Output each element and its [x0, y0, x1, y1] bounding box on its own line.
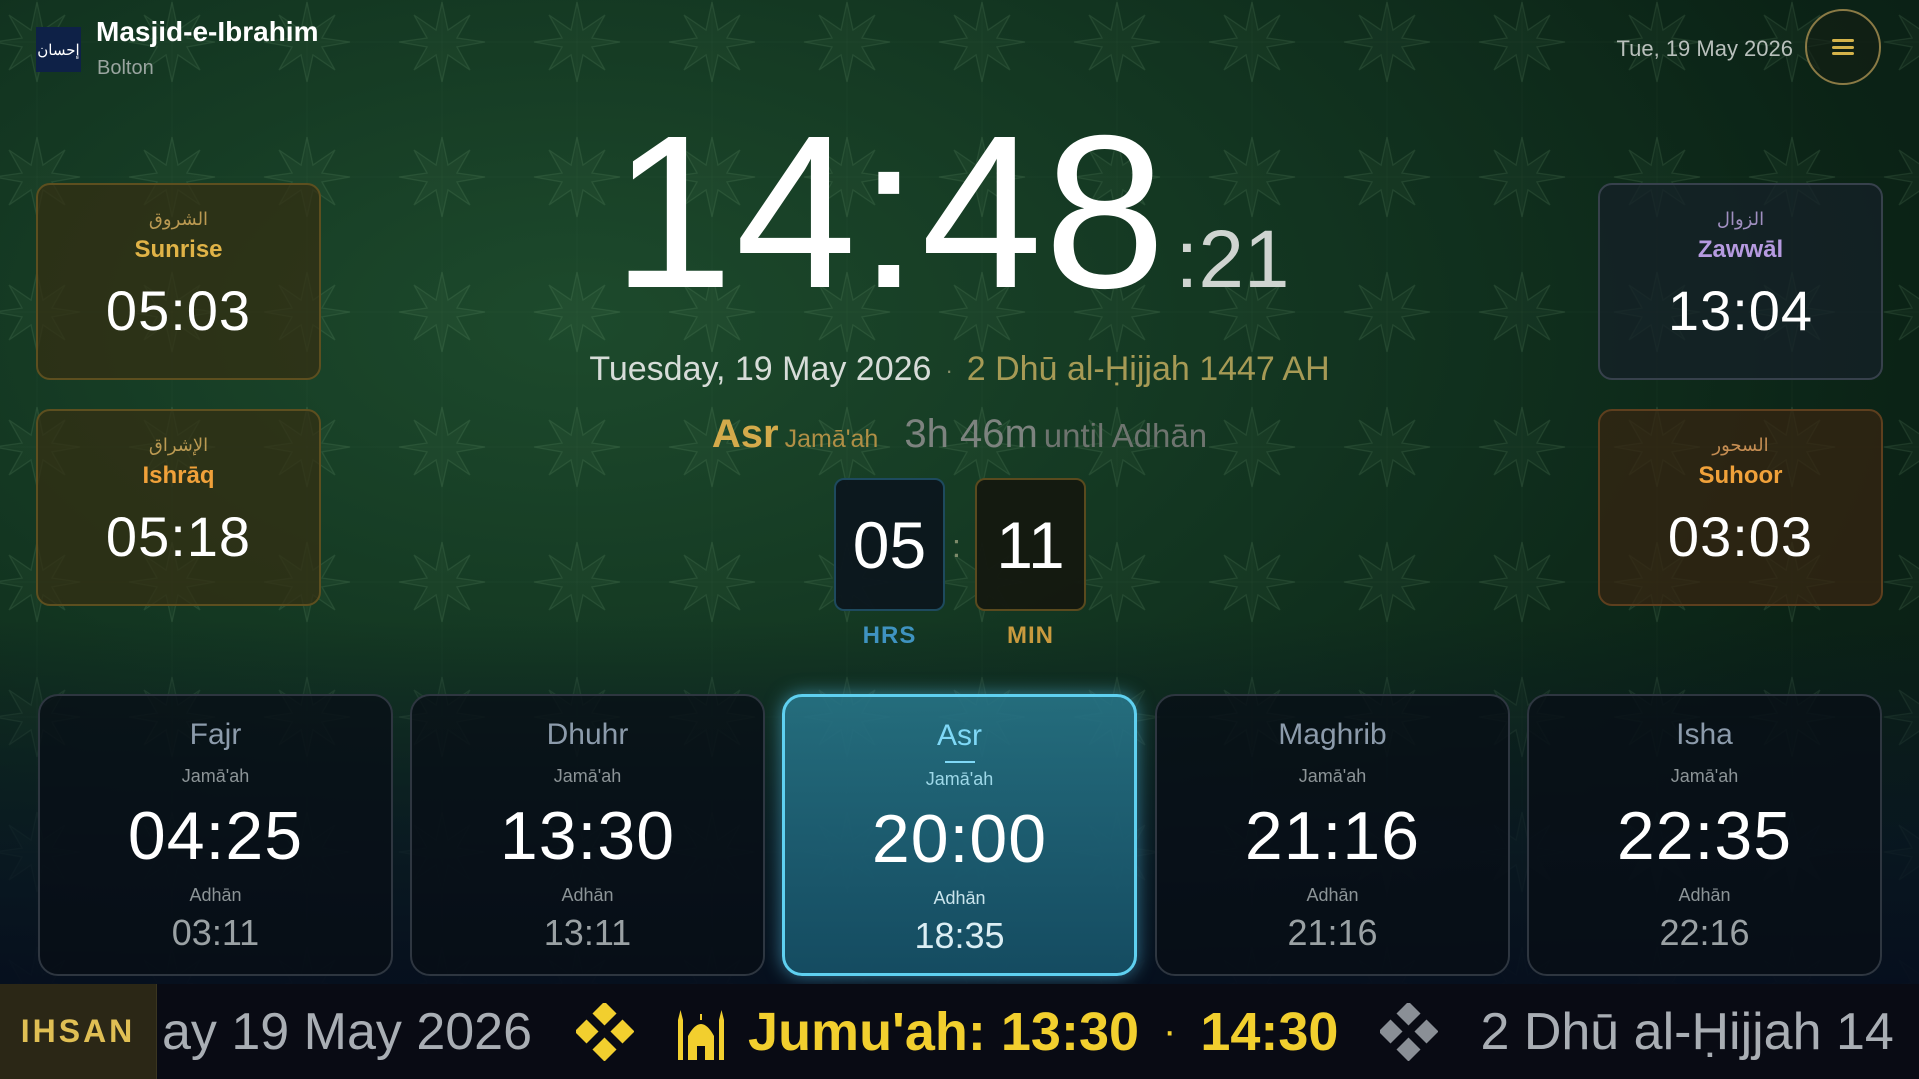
- sunrise-time: 05:03: [105, 279, 252, 342]
- jamaah-label: Jamā'ah: [181, 766, 250, 786]
- prayer-name: Dhuhr: [546, 718, 629, 751]
- prayer-name: Asr: [937, 719, 982, 752]
- date-separator: ·: [945, 358, 953, 384]
- adhan-label: Adhān: [189, 885, 242, 905]
- menu-icon: [1832, 39, 1854, 55]
- main-clock: 14:48 :21: [612, 91, 1290, 334]
- adhan-label: Adhān: [933, 888, 986, 908]
- logo-text: إحسان: [37, 40, 80, 59]
- active-underline: [944, 761, 975, 763]
- jamaah-time: 22:35: [1616, 798, 1793, 874]
- jamaah-time: 20:00: [871, 801, 1048, 877]
- jamaah-label: Jamā'ah: [1298, 766, 1367, 786]
- ticker-brand: IHSAN: [0, 984, 157, 1079]
- countdown-minutes: 11: [975, 478, 1086, 611]
- clock-hours-minutes: 14:48: [612, 91, 1168, 334]
- news-ticker: IHSAN ay 19 May 2026 Jumu'ah: 13:30 · 14…: [0, 984, 1919, 1079]
- jamaah-time: 13:30: [499, 798, 676, 874]
- ishraq-label: Ishrāq: [142, 462, 215, 489]
- countdown-separator: :: [952, 528, 961, 564]
- adhan-time: 22:16: [1659, 912, 1750, 953]
- diamond-icon: [576, 1002, 635, 1061]
- ticker-content: ay 19 May 2026 Jumu'ah: 13:30 · 14:30 2 …: [162, 984, 1894, 1079]
- zawwal-label: Zawwāl: [1697, 236, 1784, 263]
- suhoor-time: 03:03: [1667, 505, 1814, 568]
- mosque-name: Masjid-e-Ibrahim: [96, 16, 319, 47]
- sunrise-label: Sunrise: [134, 236, 223, 263]
- jamaah-time: 04:25: [127, 798, 304, 874]
- mosque-icon: [678, 1009, 725, 1060]
- jamaah-label: Jamā'ah: [925, 769, 994, 789]
- prayer-name: Maghrib: [1278, 718, 1387, 751]
- ticker-jumuah-first: Jumu'ah: 13:30: [748, 1001, 1140, 1062]
- sunrise-arabic: الشروق: [148, 209, 209, 230]
- adhan-time: 03:11: [171, 912, 260, 953]
- diamond-icon: [1380, 1002, 1439, 1061]
- adhan-label: Adhān: [561, 885, 614, 905]
- hijri-date: 2 Dhū al-Ḥijjah 1447 AH: [966, 350, 1330, 388]
- gregorian-date: Tuesday, 19 May 2026: [589, 350, 932, 388]
- time-remaining-suffix: until Adhān: [1043, 417, 1208, 454]
- mosque-logo: إحسان: [36, 27, 81, 72]
- ticker-jumuah-second: 14:30: [1200, 1001, 1339, 1062]
- zawwal-arabic: الزوال: [1716, 209, 1765, 230]
- ticker-separator: ·: [1163, 1009, 1177, 1053]
- countdown-hours-label: HRS: [862, 622, 917, 649]
- date-line: Tuesday, 19 May 2026 · 2 Dhū al-Ḥijjah 144…: [0, 350, 1919, 389]
- ticker-track: ay 19 May 2026 Jumu'ah: 13:30 · 14:30 2 …: [157, 984, 1919, 1079]
- header-date: Tue, 19 May 2026: [1616, 36, 1793, 61]
- menu-button[interactable]: [1805, 9, 1881, 85]
- mosque-city: Bolton: [97, 57, 154, 79]
- prayer-card-maghrib: Maghrib Jamā'ah 21:16 Adhān 21:16: [1155, 694, 1510, 976]
- prayer-card-isha: Isha Jamā'ah 22:35 Adhān 22:16: [1527, 694, 1882, 976]
- time-remaining: 3h 46m: [904, 412, 1038, 456]
- adhan-label: Adhān: [1306, 885, 1359, 905]
- ticker-hijri: 2 Dhū al-Ḥijjah 14: [1480, 1002, 1894, 1061]
- countdown-hours: 05: [834, 478, 945, 611]
- countdown-minutes-label: MIN: [1007, 622, 1054, 649]
- prayer-name: Fajr: [189, 718, 242, 751]
- adhan-label: Adhān: [1678, 885, 1731, 905]
- adhan-time: 18:35: [914, 915, 1005, 956]
- ticker-date: ay 19 May 2026: [162, 1002, 533, 1061]
- prayer-card-asr: Asr Jamā'ah 20:00 Adhān 18:35: [782, 694, 1137, 976]
- jamaah-time: 21:16: [1244, 798, 1421, 874]
- jamaah-label: Jamā'ah: [553, 766, 622, 786]
- next-prayer-type: Jamā'ah: [784, 425, 879, 453]
- adhan-time: 21:16: [1287, 912, 1378, 953]
- ishraq-time: 05:18: [105, 505, 252, 568]
- next-prayer-line: Asr Jamā'ah 3h 46m until Adhān: [0, 412, 1919, 457]
- prayer-card-fajr: Fajr Jamā'ah 04:25 Adhān 03:11: [38, 694, 393, 976]
- zawwal-time: 13:04: [1667, 279, 1814, 342]
- adhan-time: 13:11: [543, 912, 632, 953]
- jamaah-label: Jamā'ah: [1670, 766, 1739, 786]
- prayer-name: Isha: [1676, 718, 1733, 751]
- clock-seconds: :21: [1175, 214, 1290, 305]
- prayer-card-dhuhr: Dhuhr Jamā'ah 13:30 Adhān 13:11: [410, 694, 765, 976]
- suhoor-label: Suhoor: [1698, 462, 1783, 489]
- next-prayer-name: Asr: [711, 412, 779, 456]
